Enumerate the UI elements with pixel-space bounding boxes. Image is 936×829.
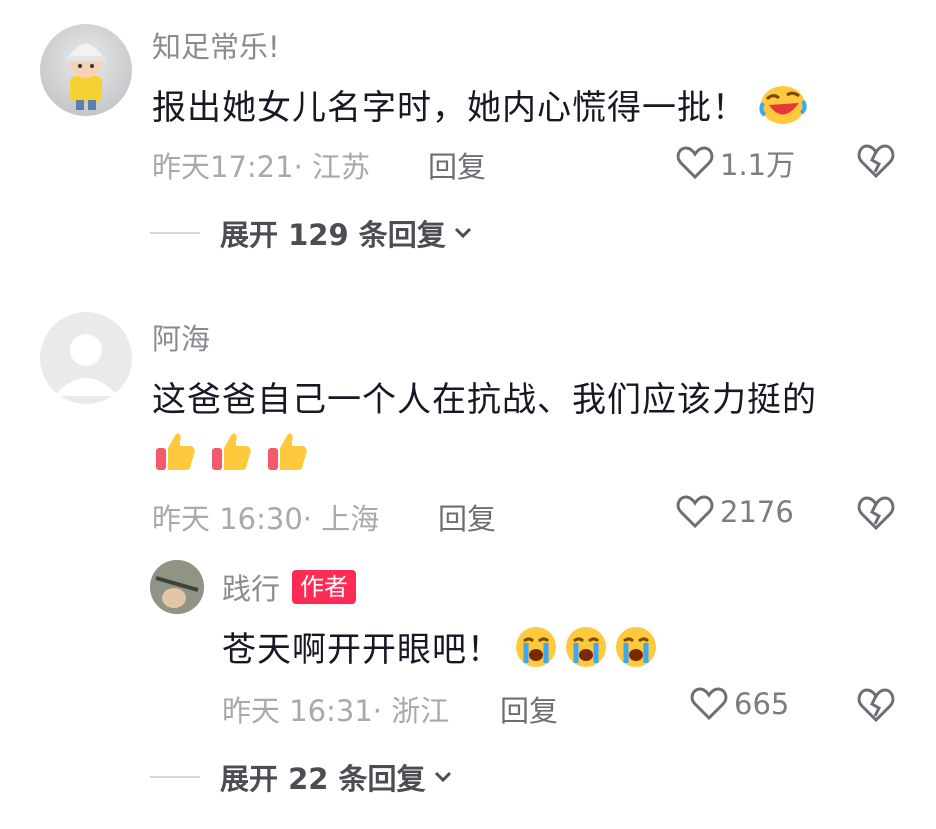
- reply-body: 苍天啊开开眼吧！: [222, 630, 502, 670]
- reply-button[interactable]: 回复: [438, 496, 496, 538]
- dislike-button[interactable]: [856, 686, 896, 728]
- cartoon-boy-icon: [66, 44, 106, 110]
- thumbs-up-emoji-icon: [212, 433, 251, 470]
- heart-icon: [676, 146, 714, 180]
- username[interactable]: 阿海: [152, 316, 210, 358]
- comment-meta: 昨天17:21· 江苏: [152, 150, 371, 184]
- avatar[interactable]: [150, 560, 204, 614]
- reply-header: 践行 作者: [222, 566, 357, 608]
- username[interactable]: 践行: [222, 566, 280, 608]
- comment-meta: 昨天 16:30· 上海: [152, 502, 380, 536]
- broken-heart-icon: [857, 688, 895, 723]
- heart-icon: [690, 687, 728, 721]
- comment-body: 这爸爸自己一个人在抗战、我们应该力挺的: [152, 380, 817, 420]
- crying-emoji-icon: [514, 625, 664, 678]
- like-count: 2176: [720, 495, 794, 529]
- divider-line: [150, 776, 200, 778]
- expand-label: 展开 22 条回复: [220, 762, 426, 796]
- dislike-button[interactable]: [856, 142, 896, 184]
- dislike-button[interactable]: [856, 494, 896, 536]
- broken-heart-icon: [857, 144, 895, 179]
- thumbs-up-emoji-row: [152, 428, 310, 474]
- author-avatar-icon: [150, 560, 204, 614]
- username[interactable]: 知足常乐!: [152, 24, 280, 66]
- reply-button[interactable]: 回复: [500, 688, 558, 730]
- avatar[interactable]: [40, 312, 132, 404]
- like-button[interactable]: 665: [690, 686, 789, 722]
- like-button[interactable]: 2176: [676, 494, 794, 530]
- thumbs-up-emoji-icon: [268, 433, 307, 470]
- reply-button[interactable]: 回复: [428, 144, 486, 186]
- reply-meta: 昨天 16:31· 浙江: [222, 694, 450, 728]
- expand-replies-button[interactable]: 展开 22 条回复: [150, 756, 454, 798]
- avatar[interactable]: [40, 24, 132, 116]
- heart-icon: [676, 495, 714, 529]
- expand-replies-button[interactable]: 展开 129 条回复: [150, 212, 474, 254]
- reply-text: 苍天啊开开眼吧！: [222, 622, 664, 678]
- like-button[interactable]: 1.1万: [676, 142, 795, 184]
- like-count: 1.1万: [720, 148, 796, 182]
- comment-body: 报出她女儿名字时，她内心慌得一批！: [152, 88, 747, 128]
- default-user-icon: [54, 334, 118, 396]
- author-badge: 作者: [292, 570, 357, 604]
- chevron-down-icon: [454, 227, 471, 239]
- rolling-laughing-emoji-icon: [759, 83, 807, 136]
- divider-line: [150, 232, 200, 234]
- comment-text: 报出她女儿名字时，她内心慌得一批！: [152, 80, 807, 136]
- expand-label: 展开 129 条回复: [220, 218, 446, 252]
- like-count: 665: [734, 687, 790, 721]
- chevron-down-icon: [434, 771, 451, 783]
- broken-heart-icon: [857, 496, 895, 531]
- thumbs-up-emoji-icon: [156, 433, 195, 470]
